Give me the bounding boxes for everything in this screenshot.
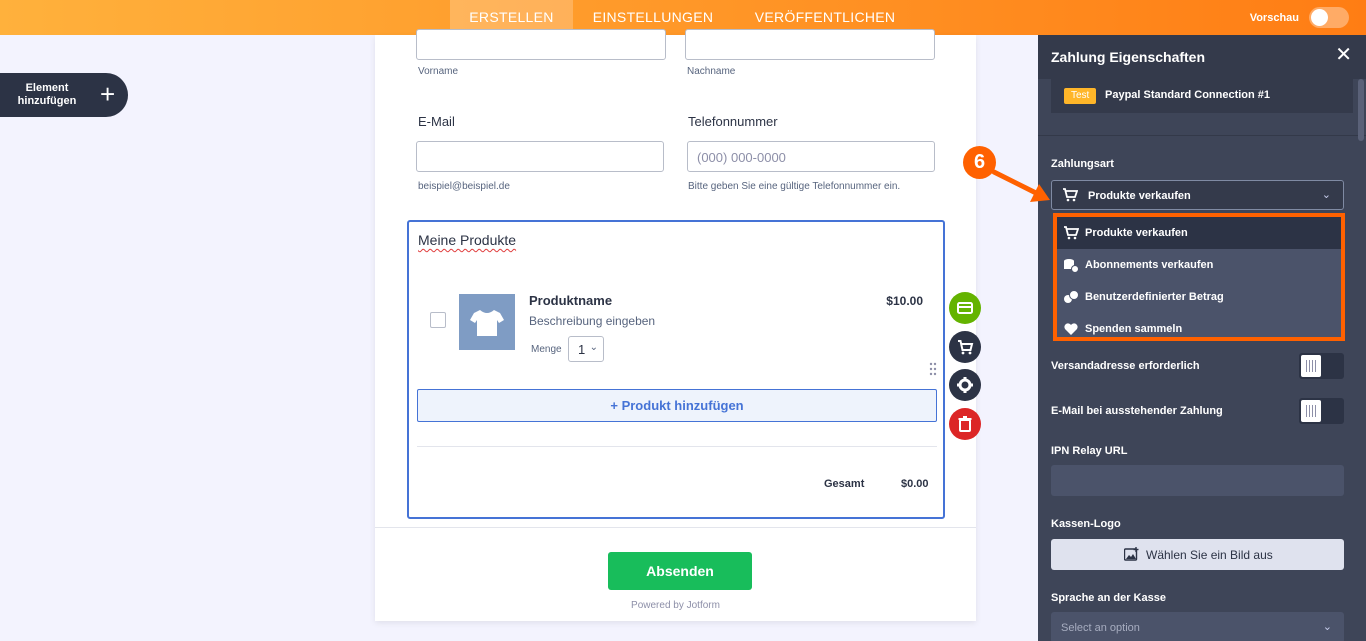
add-element-label: Element hinzufügen bbox=[17, 82, 77, 107]
test-badge: Test bbox=[1064, 88, 1097, 104]
panel-header: Zahlung Eigenschaften ✕ bbox=[1038, 35, 1366, 79]
heart-icon bbox=[1064, 323, 1078, 335]
chevron-down-icon: ⌄ bbox=[589, 342, 598, 353]
product-checkbox[interactable] bbox=[430, 312, 446, 328]
checkout-logo-label: Kassen-Logo bbox=[1051, 518, 1121, 530]
ipn-relay-label: IPN Relay URL bbox=[1051, 445, 1128, 457]
payment-type-dropdown: Produkte verkaufen Abonnements verkaufen… bbox=[1053, 213, 1345, 341]
ipn-relay-input[interactable] bbox=[1051, 465, 1344, 496]
delete-field-button[interactable] bbox=[949, 408, 981, 440]
checkout-language-select[interactable]: Select an option ⌄ bbox=[1051, 612, 1344, 641]
payment-properties-panel: Zahlung Eigenschaften ✕ Test Paypal Stan… bbox=[1038, 35, 1366, 641]
quantity-value: 1 bbox=[578, 342, 586, 357]
chevron-down-icon: ⌄ bbox=[1321, 189, 1331, 201]
gear-icon bbox=[957, 377, 973, 393]
cart-settings-button[interactable] bbox=[949, 331, 981, 363]
email-sublabel: beispiel@beispiel.de bbox=[418, 181, 510, 192]
product-list-field[interactable]: Meine Produkte Produktname Beschreibung … bbox=[407, 220, 945, 519]
payment-type-label: Zahlungsart bbox=[1051, 158, 1114, 170]
connection-name: Paypal Standard Connection #1 bbox=[1105, 89, 1271, 101]
preview-label: Vorschau bbox=[1249, 12, 1299, 24]
option-label: Spenden sammeln bbox=[1085, 323, 1183, 335]
divider bbox=[1038, 135, 1366, 136]
pending-email-label: E-Mail bei ausstehender Zahlung bbox=[1051, 405, 1223, 417]
last-name-sublabel: Nachname bbox=[687, 66, 736, 77]
product-description: Beschreibung eingeben bbox=[529, 314, 656, 328]
payment-type-select[interactable]: Produkte verkaufen ⌄ bbox=[1051, 180, 1344, 210]
trash-icon bbox=[958, 416, 972, 432]
option-benutzerdefinierter-betrag[interactable]: Benutzerdefinierter Betrag bbox=[1057, 281, 1341, 313]
callout-arrow-icon bbox=[991, 169, 1050, 202]
choose-image-button[interactable]: Wählen Sie ein Bild aus bbox=[1051, 539, 1344, 570]
first-name-input[interactable] bbox=[416, 29, 666, 60]
products-title: Meine Produkte bbox=[418, 232, 517, 248]
choose-image-label: Wählen Sie ein Bild aus bbox=[1146, 548, 1273, 562]
shipping-address-toggle[interactable] bbox=[1299, 353, 1344, 379]
total-label: Gesamt bbox=[824, 478, 865, 490]
powered-by-text: Powered by Jotform bbox=[631, 600, 720, 611]
drag-handle-icon[interactable] bbox=[929, 362, 937, 376]
cart-icon bbox=[1063, 188, 1078, 202]
phone-label: Telefonnummer bbox=[688, 114, 778, 129]
close-icon[interactable]: ✕ bbox=[1335, 45, 1352, 65]
cart-icon bbox=[958, 340, 974, 355]
panel-title: Zahlung Eigenschaften bbox=[1051, 49, 1206, 65]
chevron-down-icon: ⌄ bbox=[1322, 621, 1332, 633]
product-price: $10.00 bbox=[886, 294, 923, 308]
first-name-sublabel: Vorname bbox=[418, 66, 459, 77]
option-produkte-verkaufen[interactable]: Produkte verkaufen bbox=[1057, 217, 1341, 249]
language-placeholder: Select an option bbox=[1061, 622, 1140, 634]
add-product-button[interactable]: + Produkt hinzufügen bbox=[417, 389, 937, 422]
add-element-button[interactable]: Element hinzufügen + bbox=[0, 73, 128, 117]
shipping-address-label: Versandadresse erforderlich bbox=[1051, 360, 1200, 372]
divider bbox=[417, 446, 937, 447]
pending-email-toggle[interactable] bbox=[1299, 398, 1344, 424]
cart-icon bbox=[1064, 226, 1079, 240]
top-navigation-bar: ERSTELLEN EINSTELLUNGEN VERÖFFENTLICHEN … bbox=[0, 0, 1366, 35]
phone-placeholder: (000) 000-0000 bbox=[697, 150, 786, 165]
payment-properties-button[interactable] bbox=[949, 292, 981, 324]
product-name: Produktname bbox=[529, 293, 613, 308]
last-name-input[interactable] bbox=[685, 29, 935, 60]
toggle-knob bbox=[1301, 400, 1321, 422]
quantity-label: Menge bbox=[531, 344, 562, 355]
subscription-icon bbox=[1064, 259, 1079, 273]
option-abonnements-verkaufen[interactable]: Abonnements verkaufen bbox=[1057, 249, 1341, 281]
option-spenden-sammeln[interactable]: Spenden sammeln bbox=[1057, 313, 1341, 345]
coins-icon bbox=[1064, 290, 1079, 303]
divider bbox=[375, 527, 976, 528]
email-label: E-Mail bbox=[418, 114, 455, 129]
submit-button[interactable]: Absenden bbox=[608, 552, 752, 590]
credit-card-icon bbox=[957, 302, 973, 314]
option-label: Produkte verkaufen bbox=[1085, 227, 1188, 239]
payment-connection[interactable]: Test Paypal Standard Connection #1 bbox=[1051, 79, 1353, 113]
total-value: $0.00 bbox=[901, 478, 929, 490]
email-field[interactable] bbox=[416, 141, 664, 172]
toggle-knob bbox=[1311, 9, 1328, 26]
image-icon bbox=[1124, 547, 1139, 561]
panel-scrollbar[interactable] bbox=[1358, 79, 1364, 141]
quantity-select[interactable]: 1 ⌄ bbox=[568, 336, 604, 362]
product-image bbox=[459, 294, 515, 350]
tshirt-icon bbox=[470, 310, 504, 336]
option-label: Benutzerdefinierter Betrag bbox=[1085, 291, 1224, 303]
preview-toggle[interactable] bbox=[1309, 7, 1349, 28]
payment-type-value: Produkte verkaufen bbox=[1088, 190, 1191, 202]
form-canvas: Vorname Nachname E-Mail Telefonnummer (0… bbox=[375, 29, 976, 621]
toggle-knob bbox=[1301, 355, 1321, 377]
option-label: Abonnements verkaufen bbox=[1085, 259, 1214, 271]
phone-sublabel: Bitte geben Sie eine gültige Telefonnumm… bbox=[688, 181, 901, 192]
phone-field[interactable]: (000) 000-0000 bbox=[687, 141, 935, 172]
plus-icon: + bbox=[100, 79, 116, 109]
checkout-language-label: Sprache an der Kasse bbox=[1051, 592, 1166, 604]
field-settings-button[interactable] bbox=[949, 369, 981, 401]
